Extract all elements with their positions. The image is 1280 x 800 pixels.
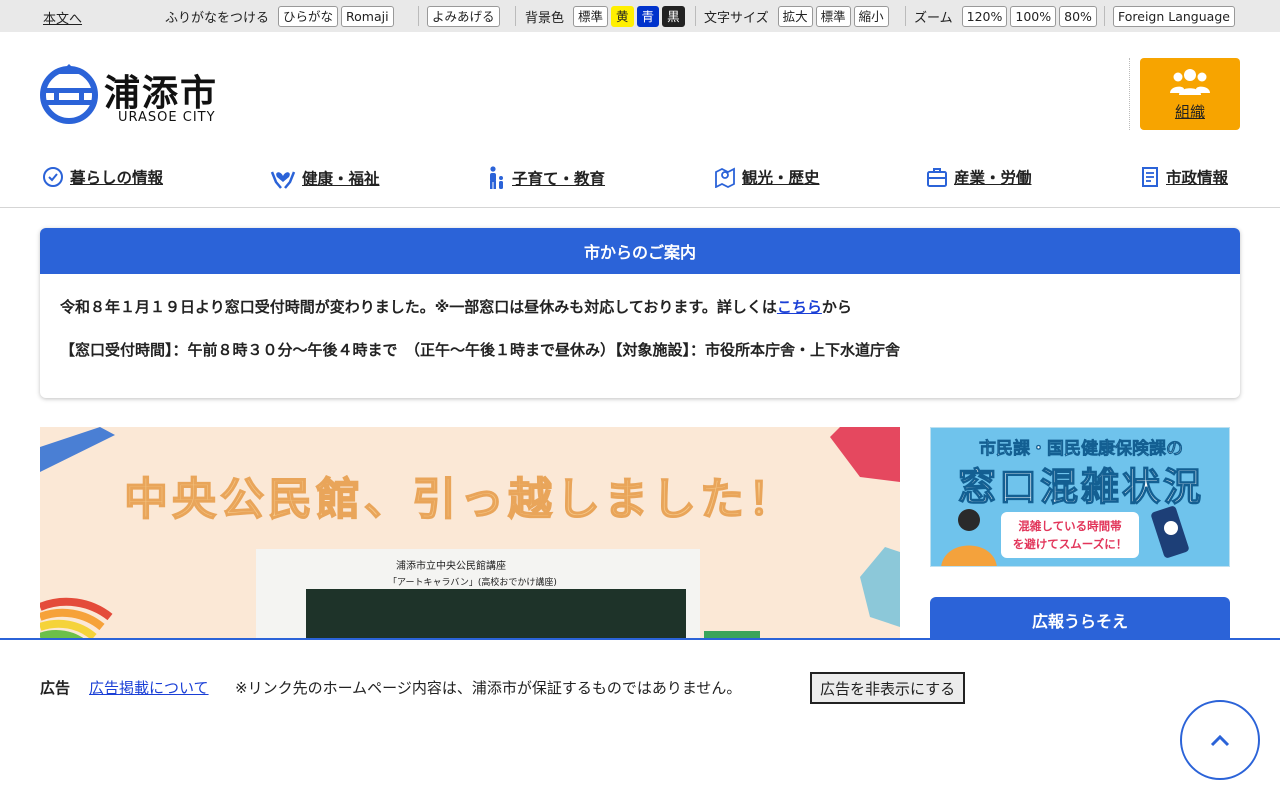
- nav-label: 市政情報: [1166, 169, 1229, 187]
- organization-button[interactable]: 組織: [1140, 58, 1240, 130]
- ad-label: 広告: [40, 679, 71, 697]
- nav-tourism-history[interactable]: 観光・歴史: [714, 166, 820, 188]
- accessibility-toolbar: 本文へ ふりがなをつける ひらがな Romaji よみあげる 背景色 標準 黄 …: [0, 0, 1280, 32]
- nav-childcare-education[interactable]: 子育て・教育: [486, 166, 605, 190]
- hands-heart-icon: [270, 171, 296, 189]
- advertisement-bar: 広告 広告掲載について ※リンク先のホームページ内容は、浦添市が保証するものでは…: [0, 638, 1280, 800]
- skip-to-content-link[interactable]: 本文へ: [43, 8, 82, 27]
- zoom-80-button[interactable]: 80%: [1059, 5, 1097, 27]
- text-size-label: 文字サイズ: [704, 10, 769, 26]
- document-icon: [1142, 167, 1158, 187]
- hero-photo-caption: 浦添市立中央公民館講座: [396, 561, 506, 572]
- parent-child-icon: [490, 166, 503, 189]
- bg-yellow-button[interactable]: 黄: [611, 5, 634, 27]
- text-size-up-button[interactable]: 拡大: [777, 5, 813, 27]
- back-to-top-button[interactable]: [1180, 700, 1260, 780]
- readaloud-group: よみあげる: [427, 5, 500, 27]
- organization-label: 組織: [1174, 102, 1205, 121]
- notice-line-1: 令和８年１月１９日より窓口受付時間が変わりました。※一部窓口は昼休みも対応してお…: [60, 296, 1220, 317]
- toolbar-divider: [1104, 6, 1105, 26]
- bg-blue-button[interactable]: 青: [636, 5, 660, 27]
- header-divider: [1129, 58, 1130, 130]
- bubble-line: 混雑している時間帯: [1018, 519, 1122, 533]
- logo-text-en: URASOE CITY: [118, 110, 216, 125]
- ad-info-link[interactable]: 広告掲載について: [89, 677, 209, 698]
- site-logo[interactable]: 浦添市 URASOE CITY: [40, 62, 240, 126]
- nav-health-welfare[interactable]: 健康・福祉: [270, 166, 380, 190]
- nav-label: 暮らしの情報: [70, 169, 164, 187]
- logo-text-jp: 浦添市: [104, 73, 219, 114]
- briefcase-icon: [927, 168, 947, 187]
- nav-city-info[interactable]: 市政情報: [1140, 166, 1228, 188]
- nav-living-info[interactable]: 暮らしの情報: [42, 166, 163, 188]
- notice-text: から: [821, 298, 852, 316]
- hiragana-button[interactable]: ひらがな: [278, 5, 339, 27]
- nav-industry-labor[interactable]: 産業・労働: [926, 166, 1032, 188]
- hero-banner[interactable]: 中央公民館、引っ越しました！ 浦添市立中央公民館講座 「アートキャラバン」(高校…: [40, 427, 900, 640]
- romaji-button[interactable]: Romaji: [341, 5, 394, 27]
- clock-check-icon: [43, 167, 63, 187]
- city-notice-box: 市からのご案内 令和８年１月１９日より窓口受付時間が変わりました。※一部窓口は昼…: [40, 228, 1240, 398]
- main-navigation: 暮らしの情報 健康・福祉 子育て・教育 観光・歴史 産業・労働 市政情報: [0, 160, 1280, 208]
- map-pin-icon: [715, 167, 735, 188]
- zoom-group: ズーム 120% 100% 80%: [914, 5, 1097, 27]
- language-group: Foreign Language: [1113, 5, 1235, 27]
- text-size-standard-button[interactable]: 標準: [815, 5, 851, 27]
- hide-ads-button[interactable]: 広告を非表示にする: [810, 672, 966, 704]
- text-size-down-button[interactable]: 縮小: [853, 5, 889, 27]
- zoom-label: ズーム: [914, 10, 953, 26]
- nav-label: 子育て・教育: [512, 170, 606, 188]
- toolbar-divider: [695, 6, 696, 26]
- background-color-group: 背景色 標準 黄 青 黒: [525, 5, 685, 27]
- text-size-group: 文字サイズ 拡大 標準 縮小: [704, 5, 889, 27]
- hero-photo: 浦添市立中央公民館講座 「アートキャラバン」(高校おでかけ講座): [256, 549, 700, 640]
- foreign-language-button[interactable]: Foreign Language: [1113, 5, 1235, 27]
- notice-details-link[interactable]: こちら: [777, 298, 822, 316]
- toolbar-divider: [515, 6, 516, 26]
- zoom-120-button[interactable]: 120%: [961, 5, 1008, 27]
- bg-black-button[interactable]: 黒: [662, 5, 685, 27]
- hero-title: 中央公民館、引っ越しました！: [123, 473, 796, 526]
- notice-body: 令和８年１月１９日より窓口受付時間が変わりました。※一部窓口は昼休みも対応してお…: [40, 274, 1240, 398]
- toolbar-divider: [418, 6, 419, 26]
- nav-label: 健康・福祉: [302, 170, 380, 188]
- furigana-label: ふりがなをつける: [165, 10, 270, 26]
- readaloud-button[interactable]: よみあげる: [427, 5, 500, 27]
- chalkboard-image: [306, 589, 686, 640]
- hero-photo-subcaption: 「アートキャラバン」(高校おでかけ講座): [388, 578, 557, 588]
- urasoe-emblem-icon: [40, 64, 98, 124]
- toolbar-divider: [905, 6, 906, 26]
- nav-label: 観光・歴史: [742, 169, 820, 187]
- people-group-icon: [1170, 68, 1210, 95]
- counter-congestion-banner[interactable]: 市民課・国民健康保険課の 窓口混雑状況 混雑している時間帯 を避けてスムーズに！: [930, 427, 1230, 567]
- ad-disclaimer: ※リンク先のホームページ内容は、浦添市が保証するものではありません。: [235, 679, 742, 697]
- notice-line-2: 【窓口受付時間】：午前８時３０分〜午後４時まで （正午〜午後１時まで昼休み）【対…: [60, 341, 901, 359]
- koho-urasoe-header: 広報うらそえ: [930, 597, 1230, 643]
- furigana-group: ふりがなをつける ひらがな Romaji: [165, 5, 394, 27]
- notice-title: 市からのご案内: [40, 228, 1240, 274]
- notice-text: 令和８年１月１９日より窓口受付時間が変わりました。※一部窓口は昼休みも対応してお…: [60, 298, 777, 316]
- zoom-100-button[interactable]: 100%: [1010, 5, 1057, 27]
- nav-label: 産業・労働: [954, 169, 1032, 187]
- bubble-line: を避けてスムーズに！: [1012, 537, 1128, 551]
- banner-speech-bubble: 混雑している時間帯 を避けてスムーズに！: [1001, 512, 1139, 558]
- banner-title: 窓口混雑状況: [957, 464, 1204, 509]
- bg-color-label: 背景色: [525, 10, 565, 26]
- bg-standard-button[interactable]: 標準: [573, 5, 609, 27]
- chevron-up-icon: [1210, 734, 1230, 747]
